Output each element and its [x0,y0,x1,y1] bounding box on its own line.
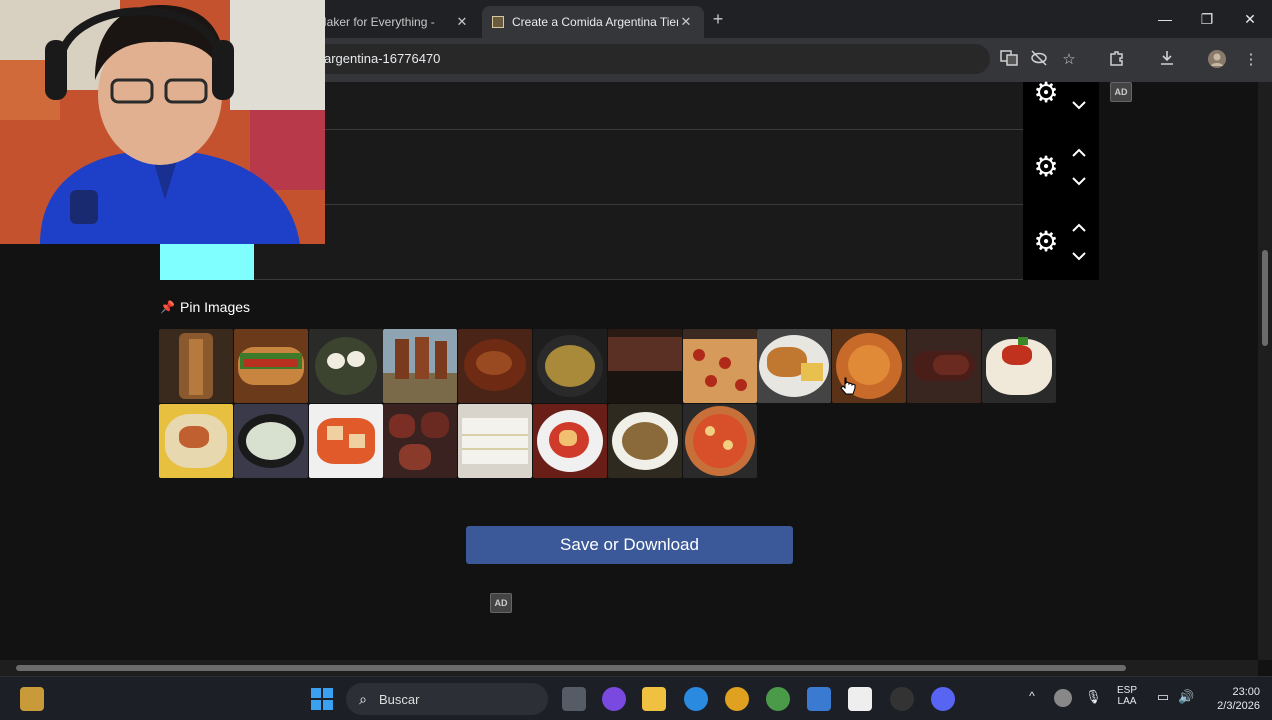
tab-label: Create a Comida Argentina Tier [512,15,678,29]
horizontal-scroll-thumb[interactable] [16,665,1126,671]
profile-avatar-icon[interactable] [1206,49,1228,71]
eye-off-icon[interactable] [1028,49,1050,71]
save-or-download-button[interactable]: Save or Download [466,526,793,564]
chrome-profile-icon[interactable] [766,687,790,711]
file-explorer-icon[interactable] [642,687,666,711]
address-text: argentina-16776470 [324,51,441,66]
star-icon[interactable]: ☆ [1058,49,1080,71]
minimize-icon[interactable]: — [1150,8,1180,30]
time: 23:00 [1232,686,1260,698]
food-image-choripan[interactable] [234,329,308,403]
food-image-ravioles[interactable] [309,404,383,478]
food-image-asado-rotisserie[interactable] [159,329,233,403]
food-image-asado-carne[interactable] [383,404,457,478]
ad-badge[interactable]: AD [1110,82,1132,102]
edge-icon[interactable] [684,687,708,711]
tiermaker-favicon-icon [492,16,504,28]
search-icon: ⌕ [359,691,367,707]
widgets-icon[interactable] [20,687,44,711]
food-image-sopa-crema[interactable] [234,404,308,478]
date: 2/3/2026 [1217,700,1260,712]
gear-icon[interactable]: ⚙ [1031,78,1061,108]
restore-icon[interactable]: ❐ [1192,8,1222,30]
keyboard-layout: LAA [1117,696,1137,707]
ad-badge[interactable]: AD [490,593,512,613]
translate-icon[interactable] [998,49,1020,71]
chevron-up-icon[interactable] [1067,142,1091,164]
food-image-ravioles-tomate[interactable] [533,404,607,478]
tray-chevron-up-icon[interactable]: ^ [1025,689,1039,703]
chevron-up-icon[interactable] [1067,217,1091,239]
vertical-scrollbar[interactable] [1258,82,1272,660]
obs-icon[interactable] [890,687,914,711]
taskbar-search[interactable]: ⌕ Buscar [346,683,548,715]
pin-icon: 📌 [160,300,175,314]
tier-controls: ⚙ [1023,130,1099,205]
food-image-sandwiches-de-miga[interactable] [458,404,532,478]
gear-icon[interactable]: ⚙ [1031,227,1061,257]
tab-tier-maker[interactable]: t Maker for Everything - ✕ [300,6,480,38]
pin-images-title: 📌 Pin Images [160,299,250,315]
food-image-guiso[interactable] [458,329,532,403]
chevron-down-icon[interactable] [1067,94,1091,116]
food-image-pizza[interactable] [683,404,757,478]
food-image-matambre[interactable] [608,329,682,403]
search-placeholder: Buscar [379,692,420,707]
volume-icon[interactable]: 🔊 [1178,689,1194,705]
clock[interactable]: 23:00 2/3/2026 [1200,685,1260,713]
webcam-person-image [0,0,325,244]
hand-cursor-icon [840,377,856,395]
chevron-down-icon[interactable] [1067,245,1091,267]
windows-taskbar: ⌕ Buscar ^ 🎙 ESP LAA ▭ 🔊 23:00 2/3/2026 [0,676,1272,720]
discord-icon[interactable] [931,687,955,711]
food-image-noquis[interactable] [982,329,1056,403]
pin-images-label: Pin Images [180,299,251,315]
address-bar[interactable]: argentina-16776470 [300,44,990,74]
tier-drop-area[interactable] [254,205,1023,279]
food-image-milanesa-papas[interactable] [757,329,831,403]
horizontal-scrollbar[interactable] [0,660,1258,676]
window-close-icon[interactable]: ✕ [1235,8,1265,30]
language-code: ESP [1116,685,1137,696]
chrome-icon[interactable] [725,687,749,711]
chevron-down-icon[interactable] [1067,170,1091,192]
food-image-polenta[interactable] [159,404,233,478]
vertical-scroll-thumb[interactable] [1262,250,1268,346]
capcut-icon[interactable] [848,687,872,711]
food-image-eggs-skillet[interactable] [309,329,383,403]
webcam-overlay [0,0,325,244]
tab-comida-argentina[interactable]: Create a Comida Argentina Tier ✕ [482,6,704,38]
microphone-icon[interactable]: 🎙 [1085,689,1102,705]
gear-icon[interactable]: ⚙ [1031,152,1061,182]
tier-controls: ⚙ [1023,205,1099,280]
store-icon[interactable] [807,687,831,711]
food-image-asado-al-asador[interactable] [383,329,457,403]
language-indicator[interactable]: ESP LAA [1112,685,1142,707]
download-icon[interactable] [1156,49,1178,71]
tier-controls: ⚙ [1023,78,1099,130]
more-menu-icon[interactable]: ⋮ [1240,49,1262,71]
extensions-icon[interactable] [1106,49,1128,71]
copilot-icon[interactable] [602,687,626,711]
onedrive-icon[interactable] [1054,689,1072,707]
close-icon[interactable]: ✕ [678,14,694,30]
network-icon[interactable]: ▭ [1155,689,1171,705]
task-view-icon[interactable] [562,687,586,711]
food-image-pizza-pepperoni[interactable] [683,329,757,403]
tab-label: t Maker for Everything - [310,15,435,29]
food-image-locro[interactable] [533,329,607,403]
windows-start-icon[interactable] [310,687,334,711]
close-icon[interactable]: ✕ [454,14,470,30]
screen: t Maker for Everything - ✕ Create a Comi… [0,0,1272,720]
new-tab-plus-icon[interactable]: + [708,8,728,30]
food-image-morcilla[interactable] [907,329,981,403]
food-image-spaghetti[interactable] [608,404,682,478]
